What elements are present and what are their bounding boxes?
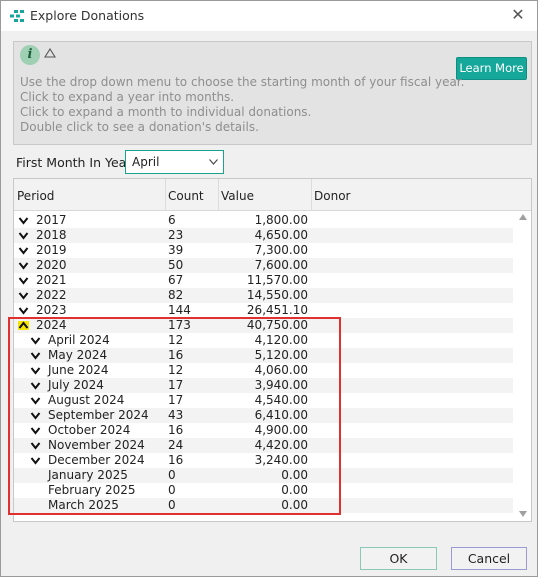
learn-more-button[interactable]: Learn More: [456, 57, 527, 80]
scroll-down-icon[interactable]: [519, 511, 527, 517]
cell-value: 7,300.00: [254, 243, 308, 257]
chevron-down-icon: [209, 159, 218, 165]
cell-period: 2017: [36, 213, 67, 227]
column-divider[interactable]: [218, 179, 219, 211]
info-line: Click to expand a month to individual do…: [20, 105, 312, 119]
column-divider[interactable]: [165, 179, 166, 211]
info-text: Use the drop down menu to choose the sta…: [20, 75, 464, 135]
close-icon[interactable]: ✕: [509, 6, 527, 24]
cell-count: 6: [168, 213, 176, 227]
explore-donations-window: Explore Donations ✕ i Learn More Use the…: [0, 0, 538, 577]
table-row[interactable]: 2022 82 14,550.00: [14, 288, 513, 303]
cell-value: 14,550.00: [246, 288, 308, 302]
table-row[interactable]: 2018 23 4,650.00: [14, 228, 513, 243]
column-header-period[interactable]: Period: [17, 189, 54, 203]
expand-chevron-icon[interactable]: [18, 231, 29, 240]
cell-period: 2019: [36, 243, 67, 257]
cell-count: 23: [168, 228, 184, 242]
table-row[interactable]: 2020 50 7,600.00: [14, 258, 513, 273]
cell-count: 50: [168, 258, 184, 272]
expand-chevron-icon[interactable]: [18, 261, 29, 270]
title-bar: Explore Donations ✕: [1, 1, 537, 31]
first-month-label: First Month In Year: [16, 155, 132, 170]
info-line: Double click to see a donation's details…: [20, 120, 259, 134]
expand-chevron-icon[interactable]: [18, 306, 29, 315]
info-icon: i: [20, 45, 40, 65]
table-row[interactable]: 2019 39 7,300.00: [14, 243, 513, 258]
cell-count: 144: [168, 303, 191, 317]
collapse-triangle-icon[interactable]: [44, 48, 56, 58]
table-row[interactable]: 2023 144 26,451.10: [14, 303, 513, 318]
info-panel: i Learn More Use the drop down menu to c…: [13, 41, 532, 145]
column-header-donor[interactable]: Donor: [314, 189, 350, 203]
cell-value: 1,800.00: [254, 213, 308, 227]
column-header-count[interactable]: Count: [168, 189, 204, 203]
cell-period: 2023: [36, 303, 67, 317]
scroll-up-icon[interactable]: [519, 214, 527, 220]
cell-period: 2020: [36, 258, 67, 272]
first-month-value: April: [132, 155, 160, 169]
expand-chevron-icon[interactable]: [18, 246, 29, 255]
cell-count: 82: [168, 288, 184, 302]
table-row[interactable]: 2017 6 1,800.00: [14, 213, 513, 228]
cell-count: 67: [168, 273, 184, 287]
cell-period: 2021: [36, 273, 67, 287]
first-month-dropdown[interactable]: April: [125, 150, 224, 174]
annotation-highlight-box: [8, 317, 341, 515]
cell-value: 11,570.00: [246, 273, 308, 287]
vertical-scrollbar[interactable]: [515, 211, 531, 521]
cell-period: 2022: [36, 288, 67, 302]
info-line: Use the drop down menu to choose the sta…: [20, 75, 465, 89]
column-divider[interactable]: [311, 179, 312, 211]
cell-period: 2018: [36, 228, 67, 242]
cell-count: 39: [168, 243, 184, 257]
expand-chevron-icon[interactable]: [18, 276, 29, 285]
table-row[interactable]: 2021 67 11,570.00: [14, 273, 513, 288]
expand-chevron-icon[interactable]: [18, 291, 29, 300]
window-title: Explore Donations: [30, 8, 145, 23]
info-line: Click to expand a year into months.: [20, 90, 235, 104]
cell-value: 26,451.10: [246, 303, 308, 317]
ok-button[interactable]: OK: [360, 547, 437, 570]
cell-value: 7,600.00: [254, 258, 308, 272]
cancel-button[interactable]: Cancel: [451, 547, 527, 570]
grid-icon: [10, 10, 24, 22]
cell-value: 4,650.00: [254, 228, 308, 242]
table-header: Period Count Value Donor: [14, 179, 531, 211]
expand-chevron-icon[interactable]: [18, 216, 29, 225]
column-header-value[interactable]: Value: [221, 189, 254, 203]
